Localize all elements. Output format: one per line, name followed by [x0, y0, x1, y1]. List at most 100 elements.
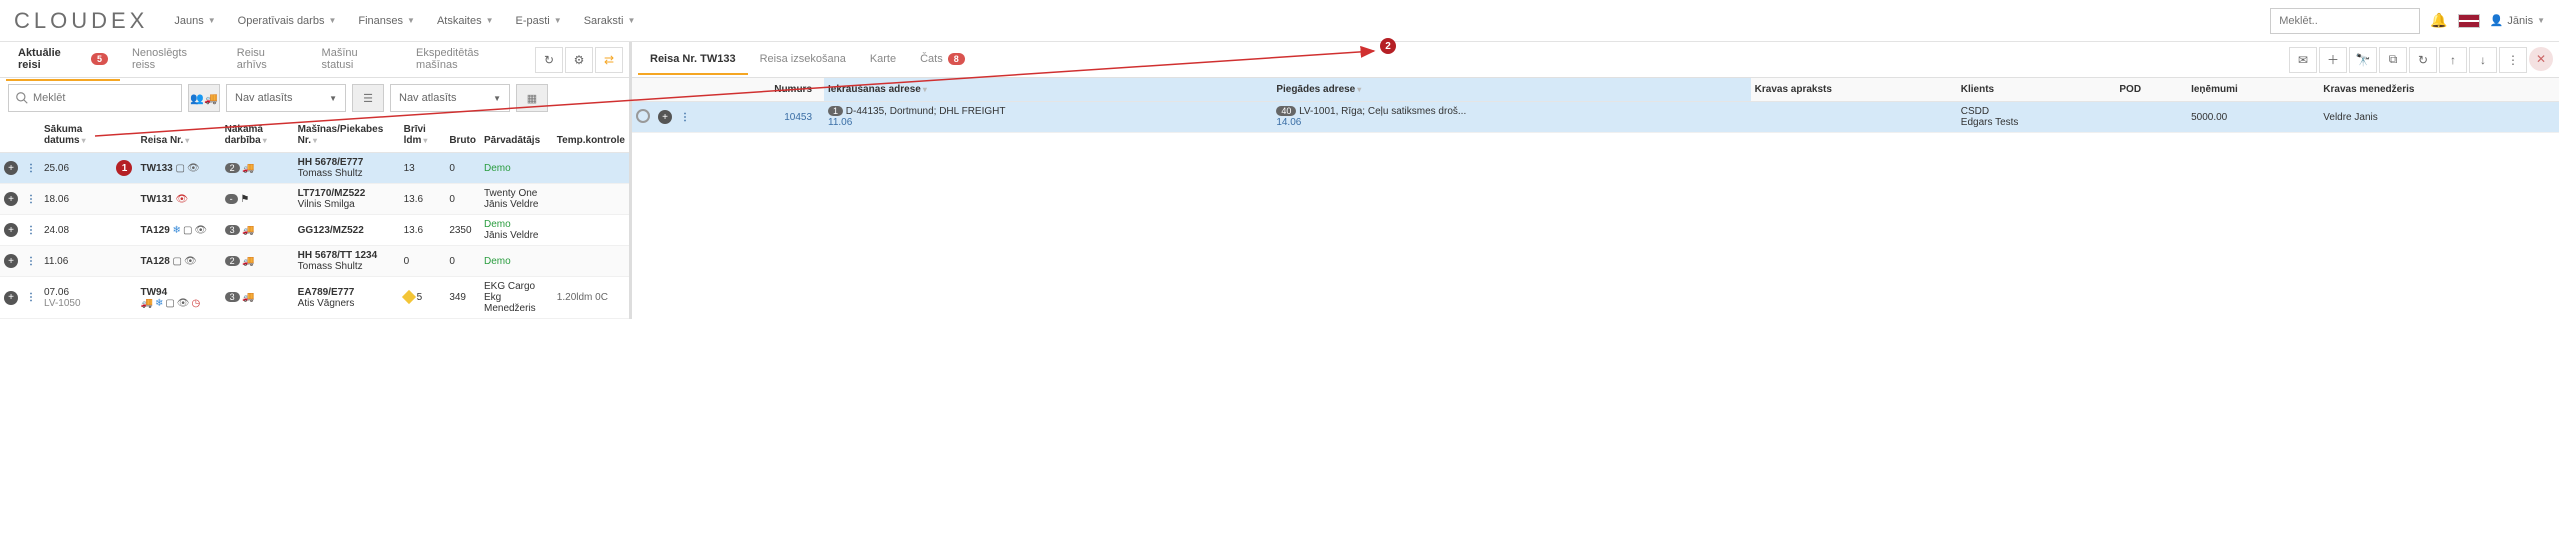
col-date[interactable]: Sākuma datums▾ [40, 118, 112, 153]
col-temp[interactable]: Temp.kontrole [553, 118, 629, 153]
menu-jauns[interactable]: Jauns▼ [166, 9, 223, 33]
row-menu-icon[interactable]: ⋮ [26, 292, 36, 303]
swap-button[interactable]: ⇄ [595, 47, 623, 73]
tab-statusi[interactable]: Mašīnu statusi [310, 39, 404, 81]
tab-karte[interactable]: Karte [858, 45, 908, 75]
menu-saraksti[interactable]: Saraksti▼ [576, 9, 644, 33]
left-search-input[interactable] [33, 92, 175, 104]
tab-arhivs[interactable]: Reisu arhīvs [225, 39, 310, 81]
left-pane: Aktuālie reisi 5 Nenoslēgts reiss Reisu … [0, 42, 632, 319]
cell-next: - ⚑ [221, 184, 294, 215]
chat-badge: 8 [948, 53, 965, 65]
cell-next: 2 🚚 [221, 153, 294, 184]
expand-icon[interactable]: + [658, 110, 672, 124]
cell-vehicle: EA789/E777Atis Vāgners [294, 277, 400, 319]
expand-icon[interactable]: + [4, 254, 18, 268]
main-split: Aktuālie reisi 5 Nenoslēgts reiss Reisu … [0, 42, 2559, 319]
close-button[interactable]: ✕ [2529, 47, 2553, 71]
row-menu-icon[interactable]: ⋮ [680, 112, 690, 123]
cell-temp [553, 153, 629, 184]
truck-blue-icon: 🚚 [242, 292, 254, 303]
col-client[interactable]: Klients [1957, 78, 2116, 102]
language-flag-icon[interactable] [2458, 14, 2480, 28]
col-free[interactable]: Brīvi ldm▾ [400, 118, 446, 153]
cell-date: 07.06LV-1050 [40, 277, 112, 319]
tab-izsekosana[interactable]: Reisa izsekošana [748, 45, 858, 75]
cell-next: 3 🚚 [221, 215, 294, 246]
col-desc[interactable]: Kravas apraksts [1751, 78, 1957, 102]
radio-icon[interactable] [636, 109, 650, 123]
col-load[interactable]: Iekraušanas adrese▾ [824, 78, 1272, 102]
col-reiss[interactable]: Reisa Nr.▾ [136, 118, 220, 153]
global-search-input[interactable] [2270, 8, 2420, 34]
truck-red-icon: 🚚 [242, 163, 254, 174]
expand-icon[interactable]: + [4, 291, 18, 305]
expand-icon[interactable]: + [4, 192, 18, 206]
table-row[interactable]: +⋮11.06TA128 ▢👁2 🚚HH 5678/TT 1234Tomass … [0, 246, 629, 277]
cell-date: 11.06 [40, 246, 112, 277]
table-row[interactable]: +⋮25.061TW133 ▢👁2 🚚HH 5678/E777Tomass Sh… [0, 153, 629, 184]
tab-aktualie-reisi[interactable]: Aktuālie reisi 5 [6, 39, 120, 81]
col-vehicle[interactable]: Mašīnas/Piekabes Nr.▾ [294, 118, 400, 153]
col-carrier[interactable]: Pārvadātājs [480, 118, 553, 153]
col-income[interactable]: Ieņēmumi [2187, 78, 2319, 102]
col-next[interactable]: Nākamā darbība▾ [221, 118, 294, 153]
flag-icon: ⚑ [240, 194, 249, 205]
popout-button[interactable]: ⧉ [2379, 47, 2407, 73]
col-pod[interactable]: POD [2115, 78, 2187, 102]
menu-operativais[interactable]: Operatīvais darbs▼ [230, 9, 345, 33]
tab-reisa-nr[interactable]: Reisa Nr. TW133 [638, 45, 748, 75]
table-row[interactable]: +⋮18.06TW131 👁- ⚑LT7170/MZ522Vilnis Smil… [0, 184, 629, 215]
cell-temp: 1.20ldm 0C [553, 277, 629, 319]
cell-client: CSDDEdgars Tests [1957, 102, 2116, 133]
settings-button[interactable]: ⚙ [565, 47, 593, 73]
more-button[interactable]: ⋮ [2499, 47, 2527, 73]
cell-pod [2115, 102, 2187, 133]
menu-epasti[interactable]: E-pasti▼ [508, 9, 570, 33]
eye-icon: 👁 [187, 163, 200, 174]
filter-drop-2[interactable]: Nav atlasīts▼ [390, 84, 510, 112]
col-numurs[interactable]: Numurs [694, 78, 824, 102]
tab-ekspeditetas[interactable]: Ekspeditētās mašīnas [404, 39, 535, 81]
refresh-right-button[interactable]: ↻ [2409, 47, 2437, 73]
row-menu-icon[interactable]: ⋮ [26, 163, 36, 174]
col-manager[interactable]: Kravas menedžeris [2319, 78, 2559, 102]
filter-drop-1[interactable]: Nav atlasīts▼ [226, 84, 346, 112]
right-pane: Reisa Nr. TW133 Reisa izsekošana Karte Č… [632, 42, 2559, 319]
menu-atskaites[interactable]: Atskaites▼ [429, 9, 502, 33]
binoculars-button[interactable]: 🔭 [2349, 47, 2377, 73]
cell-reiss: TW133 ▢👁 [136, 153, 220, 184]
eye-icon: 👁 [184, 256, 197, 267]
calendar-icon[interactable]: ▦ [516, 84, 548, 112]
cell-bruto: 0 [445, 184, 480, 215]
menu-finanses[interactable]: Finanses▼ [350, 9, 423, 33]
list-filter-icon[interactable]: ☰ [352, 84, 384, 112]
tab-cats[interactable]: Čats 8 [908, 45, 977, 75]
people-filter-icon[interactable]: 👥🚚 [188, 84, 220, 112]
refresh-button[interactable]: ↻ [535, 47, 563, 73]
row-menu-icon[interactable]: ⋮ [26, 194, 36, 205]
cell-bruto: 349 [445, 277, 480, 319]
left-search[interactable] [8, 84, 182, 112]
expand-icon[interactable]: + [4, 223, 18, 237]
add-button[interactable]: ＋ [2319, 47, 2347, 73]
cell-num[interactable]: 10453 [694, 102, 824, 133]
down-button[interactable]: ↓ [2469, 47, 2497, 73]
row-menu-icon[interactable]: ⋮ [26, 256, 36, 267]
row-menu-icon[interactable]: ⋮ [26, 225, 36, 236]
mail-button[interactable]: ✉ [2289, 47, 2317, 73]
tab-nenoslegts[interactable]: Nenoslēgts reiss [120, 39, 225, 81]
table-row[interactable]: +⋮24.08TA129 ❄▢👁3 🚚GG123/MZ52213.62350De… [0, 215, 629, 246]
up-button[interactable]: ↑ [2439, 47, 2467, 73]
eye-off-red-icon: 👁 [176, 194, 189, 205]
logo: CLOUDEX [14, 8, 148, 34]
topbar: CLOUDEX Jauns▼ Operatīvais darbs▼ Finans… [0, 0, 2559, 42]
bell-icon[interactable]: 🔔 [2430, 12, 2447, 29]
user-menu[interactable]: 👤 Jānis ▼ [2490, 14, 2545, 27]
col-deliver[interactable]: Piegādes adrese▾ [1272, 78, 1750, 102]
table-row[interactable]: +⋮104531 D-44135, Dortmund; DHL FREIGHT1… [632, 102, 2559, 133]
table-row[interactable]: +⋮07.06LV-1050TW94 🚚❄▢👁◷3 🚚EA789/E777Ati… [0, 277, 629, 319]
cell-date: 24.08 [40, 215, 112, 246]
expand-icon[interactable]: + [4, 161, 18, 175]
col-bruto[interactable]: Bruto [445, 118, 480, 153]
